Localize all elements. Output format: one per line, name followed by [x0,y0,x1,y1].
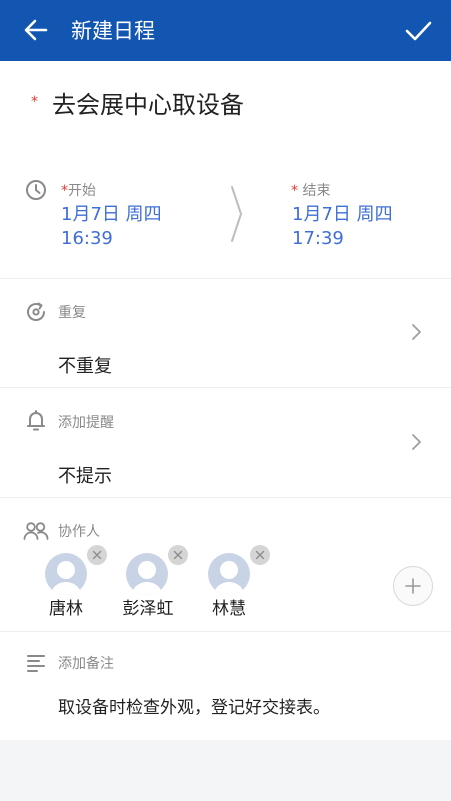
divider [0,631,451,632]
end-time-value: 17:39 [292,228,344,249]
chevron-right-icon [412,434,421,450]
reminder-label: 添加提醒 [58,415,114,431]
close-icon [255,550,265,560]
avatar-placeholder-icon [132,561,162,595]
bell-icon [27,410,45,431]
collaborator-name: 林慧 [212,599,246,619]
page-title: 新建日程 [71,19,155,43]
avatar-placeholder-icon [214,561,244,595]
back-arrow-icon[interactable] [22,16,50,44]
remove-collaborator-button[interactable] [168,545,188,565]
notes-label: 添加备注 [58,656,114,672]
avatar [208,553,250,595]
reminder-value: 不提示 [58,466,112,487]
end-required-mark: * [291,183,298,199]
notes-icon [27,655,45,672]
confirm-check-icon[interactable] [403,16,433,46]
remove-collaborator-button[interactable] [87,545,107,565]
start-time-value: 16:39 [61,228,113,249]
avatar [126,553,168,595]
repeat-icon [27,302,45,321]
close-icon [173,550,183,560]
title-required-mark: * [31,94,38,110]
close-icon [92,550,102,560]
end-label: 结束 [302,183,331,199]
end-date: 1月7日 周四 [292,204,393,225]
remove-collaborator-button[interactable] [250,545,270,565]
collaborator-name: 彭泽虹 [122,599,174,619]
add-collaborator-button[interactable] [393,566,433,606]
app-bar: 新建日程 [0,0,451,61]
form-content: * 去会展中心取设备 *开始 1月7日 周四 16:39 * 结束 1月7日 周… [0,61,451,740]
clock-icon [26,180,46,200]
repeat-value: 不重复 [58,356,112,377]
divider [0,387,451,388]
avatar-placeholder-icon [51,561,81,595]
start-required-mark: * [61,183,68,199]
start-date: 1月7日 周四 [61,204,162,225]
event-title-input[interactable]: 去会展中心取设备 [52,88,244,122]
chevron-right-icon [412,324,421,340]
range-separator-icon [231,186,242,242]
notes-text: 取设备时检查外观，登记好交接表。 [58,698,330,718]
people-icon [23,522,49,540]
repeat-label: 重复 [58,305,86,321]
start-label: 开始 [68,183,96,199]
divider [0,497,451,498]
collaborator-name: 唐林 [49,599,83,619]
divider [0,278,451,279]
plus-icon [405,578,421,594]
collaborators-label: 协作人 [58,524,100,540]
avatar [45,553,87,595]
